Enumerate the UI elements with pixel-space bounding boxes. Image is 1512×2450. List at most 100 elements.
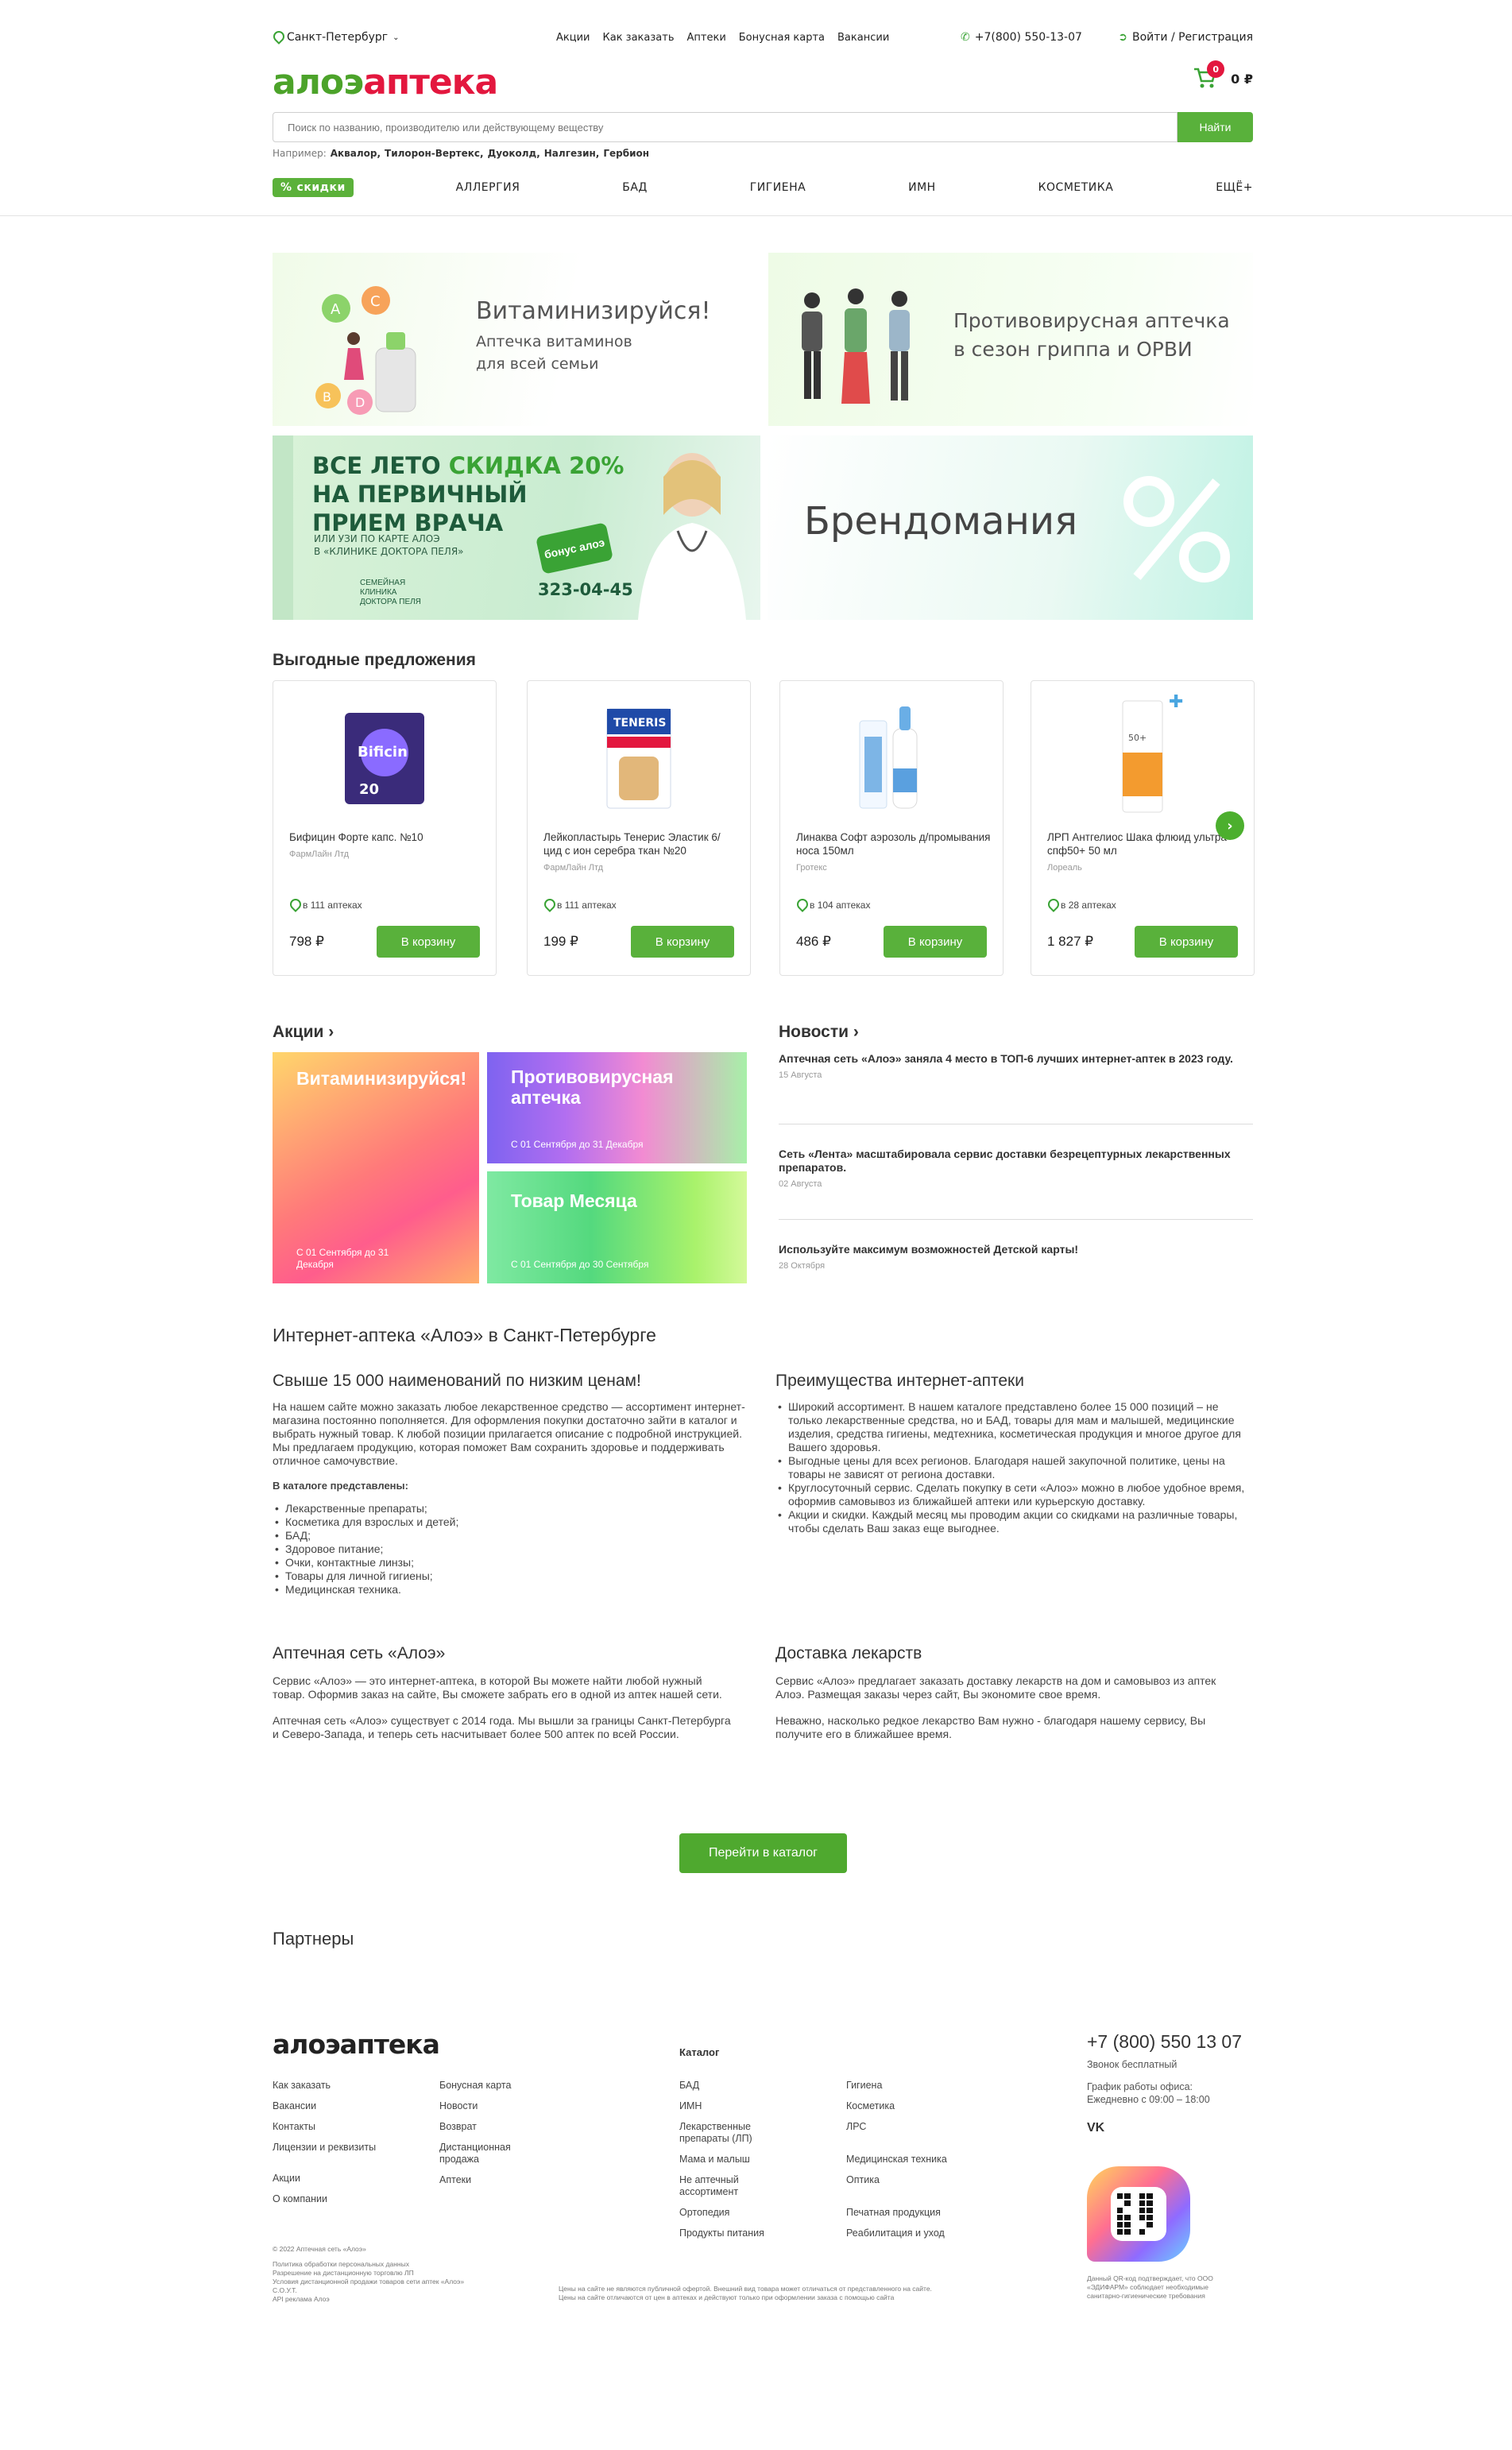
cart-icon: 0 (1193, 60, 1225, 91)
banner-vitamins-title: Витаминизируйся! (476, 297, 711, 325)
location-pin-icon (273, 31, 282, 44)
footer-link[interactable]: Мама и малыш (679, 2154, 775, 2166)
topnav-vacancies[interactable]: Вакансии (837, 32, 889, 44)
promo-card-antiviral[interactable]: Противовирусная аптечка С 01 Сентября до… (487, 1052, 747, 1163)
search-example[interactable]: Тилорон-Вертекс, (385, 148, 484, 159)
news-item[interactable]: Аптечная сеть «Алоэ» заняла 4 место в ТО… (779, 1052, 1253, 1080)
promo-card-month-product[interactable]: Товар Месяца С 01 Сентября до 30 Сентябр… (487, 1171, 747, 1283)
promo-card-vitamins[interactable]: Витаминизируйся! С 01 Сентября до 31 Дек… (273, 1052, 479, 1283)
add-to-cart-button[interactable]: В корзину (377, 926, 480, 958)
search-button[interactable]: Найти (1178, 112, 1253, 142)
svg-text:D: D (355, 395, 365, 410)
footer-legal-link[interactable]: С.О.У.Т. (273, 2286, 487, 2295)
footer-link[interactable]: Ортопедия (679, 2207, 775, 2219)
cart-count-badge: 0 (1207, 60, 1225, 78)
footer-link[interactable]: Лицензии и реквизиты (273, 2142, 423, 2154)
footer-link[interactable]: ЛРС (846, 2121, 989, 2133)
footer-link[interactable]: Как заказать (273, 2080, 423, 2092)
footer-link[interactable]: Гигиена (846, 2080, 989, 2092)
search-example[interactable]: Налгезин, (544, 148, 600, 159)
product-availability[interactable]: в 104 аптеках (796, 899, 870, 911)
banner-antiviral[interactable]: Противовирусная аптечка в сезон гриппа и… (768, 253, 1253, 426)
footer-link[interactable]: Печатная продукция (846, 2207, 989, 2219)
footer-link[interactable]: ИМН (679, 2100, 775, 2112)
footer-link[interactable]: Дистанционная продажа (439, 2142, 535, 2166)
news-item[interactable]: Используйте максимум возможностей Детско… (779, 1243, 1253, 1271)
add-to-cart-button[interactable]: В корзину (1135, 926, 1238, 958)
footer-link[interactable]: Аптеки (439, 2174, 535, 2186)
category-more[interactable]: ЕЩЁ+ (1216, 181, 1253, 194)
category-imn[interactable]: ИМН (908, 181, 936, 194)
svg-text:20: 20 (359, 781, 379, 798)
footer-legal: © 2022 Аптечная сеть «Алоэ» Политика обр… (273, 2245, 487, 2304)
footer-legal-link[interactable]: API реклама Алоэ (273, 2295, 487, 2304)
category-hygiene[interactable]: ГИГИЕНА (750, 181, 806, 194)
banner-brandomania[interactable]: Брендомания (768, 435, 1253, 620)
footer-logo[interactable]: алоэаптека (273, 2029, 440, 2060)
footer-link[interactable]: БАД (679, 2080, 775, 2092)
category-bad[interactable]: БАД (622, 181, 648, 194)
news-item[interactable]: Сеть «Лента» масштабировала сервис доста… (779, 1148, 1253, 1189)
topnav-how-to-order[interactable]: Как заказать (603, 32, 675, 44)
delivery-heading: Доставка лекарств (775, 1644, 922, 1662)
banner-doctor-discount[interactable]: ВСЕ ЛЕТО СКИДКА 20% НА ПЕРВИЧНЫЙ ПРИЕМ В… (273, 435, 760, 620)
search-example[interactable]: Дуоколд, (488, 148, 540, 159)
search-example[interactable]: Гербион (603, 148, 649, 159)
footer-legal-link[interactable]: Условия дистанционной продажи товаров се… (273, 2278, 487, 2286)
svg-text:TENERIS: TENERIS (613, 717, 666, 730)
site-logo[interactable]: алоэаптека (273, 59, 1253, 106)
category-cosmetics[interactable]: КОСМЕТИКА (1038, 181, 1114, 194)
product-card[interactable]: Bificin 20 Бифицин Форте капс. №10 ФармЛ… (273, 680, 497, 976)
footer-link[interactable]: Продукты питания (679, 2227, 775, 2239)
topnav-promos[interactable]: Акции (556, 32, 590, 44)
topnav-pharmacies[interactable]: Аптеки (687, 32, 726, 44)
news-title-link[interactable]: Новости › (779, 1023, 859, 1042)
footer-link[interactable]: Новости (439, 2100, 535, 2112)
product-availability[interactable]: в 28 аптеках (1047, 899, 1116, 911)
product-availability[interactable]: в 111 аптеках (543, 899, 617, 911)
footer-link[interactable]: Контакты (273, 2121, 423, 2133)
footer-legal-link[interactable]: Политика обработки персональных данных (273, 2260, 487, 2269)
footer-link[interactable]: Реабилитация и уход (846, 2227, 989, 2239)
add-to-cart-button[interactable]: В корзину (884, 926, 987, 958)
footer-link[interactable]: Не аптечный ассортимент (679, 2174, 775, 2198)
login-link[interactable]: ➲ Войти / Регистрация (1118, 31, 1253, 44)
footer-link[interactable]: Медицинская техника (846, 2154, 989, 2166)
carousel-next-button[interactable]: › (1216, 811, 1244, 840)
product-image-bificin: Bificin 20 (345, 713, 424, 804)
footer-link[interactable]: О компании (273, 2193, 423, 2205)
product-price: 199 ₽ (543, 934, 578, 949)
footer-link[interactable]: Косметика (846, 2100, 989, 2112)
partners-title: Партнеры (273, 1929, 354, 1949)
product-card[interactable]: Линаква Софт аэрозоль д/промывания носа … (779, 680, 1003, 976)
header-phone[interactable]: ✆ +7(800) 550-13-07 (961, 31, 1082, 44)
footer-link[interactable]: Акции (273, 2173, 423, 2185)
footer-link[interactable]: Бонусная карта (439, 2080, 535, 2092)
city-selector[interactable]: Санкт-Петербург ⌄ (273, 31, 400, 44)
news-divider (779, 1219, 1253, 1220)
add-to-cart-button[interactable]: В корзину (631, 926, 734, 958)
qr-code-badge[interactable] (1087, 2166, 1190, 2262)
search-example[interactable]: Аквалор, (331, 148, 381, 159)
product-brand: Гротекс (796, 863, 827, 873)
offers-title: Выгодные предложения (273, 651, 476, 669)
chevron-down-icon: ⌄ (393, 33, 400, 42)
search-input[interactable] (273, 112, 1178, 142)
go-to-catalog-button[interactable]: Перейти в каталог (679, 1833, 847, 1873)
category-sale[interactable]: % скидки (273, 178, 354, 197)
footer-col-2: Бонусная карта Новости Возврат Дистанцио… (439, 2080, 535, 2195)
product-availability[interactable]: в 111 аптеках (289, 899, 362, 911)
footer-phone[interactable]: +7 (800) 550 13 07 (1087, 2031, 1242, 2053)
category-allergy[interactable]: АЛЛЕРГИЯ (456, 181, 520, 194)
product-card[interactable]: TENERIS Лейкопластырь Тенерис Эластик 6/… (527, 680, 751, 976)
banner-vitamins[interactable]: A C B D Витаминизируйся! Аптечка витамин… (273, 253, 761, 426)
footer-link[interactable]: Вакансии (273, 2100, 423, 2112)
vk-icon[interactable]: VK (1087, 2122, 1104, 2135)
footer-link[interactable]: Лекарственные препараты (ЛП) (679, 2121, 775, 2145)
cart-button[interactable]: 0 0 ₽ (1193, 60, 1253, 91)
footer-link[interactable]: Оптика (846, 2174, 989, 2186)
footer-link[interactable]: Возврат (439, 2121, 535, 2133)
footer-legal-link[interactable]: Разрешение на дистанционную торговлю ЛП (273, 2269, 487, 2278)
promos-title-link[interactable]: Акции › (273, 1023, 334, 1042)
topnav-bonus-card[interactable]: Бонусная карта (739, 32, 825, 44)
